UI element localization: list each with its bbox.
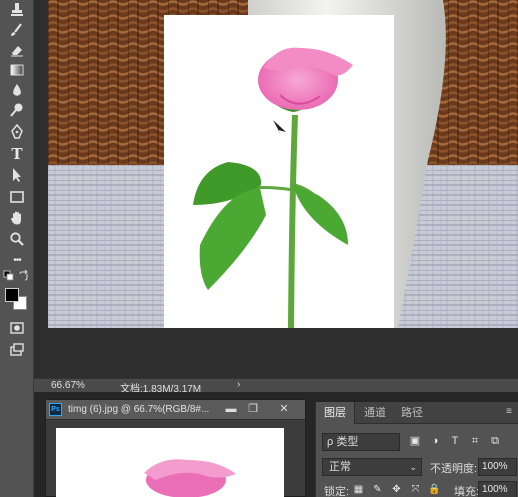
document-thumbnail-canvas[interactable] [56, 428, 284, 497]
shape-filter-icon[interactable]: ⌗ [468, 434, 482, 448]
eraser-icon[interactable] [6, 40, 28, 59]
status-menu-arrow-icon[interactable]: › [237, 379, 240, 390]
path-selection-icon[interactable] [6, 165, 28, 184]
type-filter-icon[interactable]: T [448, 434, 462, 448]
close-button[interactable]: ✕ [275, 402, 293, 416]
dodge-icon[interactable] [6, 100, 28, 119]
floating-document-window[interactable]: Ps timg (6).jpg @ 66.7%(RGB/8#... ▬ ❐ ✕ [45, 399, 306, 497]
blur-drop-icon[interactable] [6, 80, 28, 99]
document-title: timg (6).jpg @ 66.7%(RGB/8#... [68, 404, 210, 415]
layer-filter-row: ρ 类型 ▣ ◑ T ⌗ ⧉ [322, 433, 517, 451]
smart-object-filter-icon[interactable]: ⧉ [488, 434, 502, 448]
zoom-level[interactable]: 66.67% [51, 380, 85, 391]
swap-colors-icon[interactable] [18, 269, 30, 282]
tab-paths[interactable]: 路径 [393, 402, 431, 424]
tab-channels[interactable]: 通道 [356, 402, 394, 424]
opacity-input[interactable]: 100% [478, 458, 517, 476]
default-colors-icon[interactable] [3, 270, 15, 282]
tools-panel: T ••• [0, 0, 34, 497]
lock-image-pixels-icon[interactable]: ✎ [371, 483, 384, 496]
tab-layers[interactable]: 图层 [316, 402, 355, 424]
filter-type-select[interactable]: ρ 类型 [322, 433, 400, 451]
fill-input[interactable]: 100% [478, 481, 517, 497]
gradient-icon[interactable] [6, 60, 28, 79]
history-brush-icon[interactable] [6, 20, 28, 39]
lock-all-icon[interactable]: 🔒 [428, 483, 441, 496]
hand-icon[interactable] [6, 208, 28, 227]
quick-mask-icon[interactable] [6, 318, 28, 337]
screen-mode-icon[interactable] [6, 340, 28, 359]
photoshop-icon: Ps [49, 403, 62, 416]
document-canvas-area[interactable] [34, 0, 518, 378]
adjustment-filter-icon[interactable]: ◑ [428, 434, 442, 448]
document-window-titlebar[interactable]: Ps timg (6).jpg @ 66.7%(RGB/8#... ▬ ❐ ✕ [46, 400, 305, 420]
lock-position-icon[interactable]: ✥ [390, 483, 403, 496]
blend-mode-select[interactable]: 正常 ⌄ [322, 458, 422, 476]
lock-row: 锁定: ▦ ✎ ✥ ⤧ 🔒 填充: 100% [322, 481, 517, 497]
type-tool-icon[interactable]: T [6, 144, 28, 163]
fill-label: 填充: [454, 486, 480, 497]
blend-row: 正常 ⌄ 不透明度: 100% [322, 458, 517, 476]
stamp-icon[interactable] [6, 0, 28, 19]
blend-mode-value: 正常 [329, 461, 351, 473]
minimize-button[interactable]: ▬ [222, 402, 240, 416]
opacity-label: 不透明度: [430, 463, 478, 475]
status-bar: 66.67% 文档:1.83M/3.17M › [34, 378, 518, 395]
layers-panel: 图层 通道 路径 ≡ ρ 类型 ▣ ◑ T ⌗ ⧉ 正常 ⌄ 不透明度: 100… [315, 402, 518, 497]
zoom-icon[interactable] [6, 229, 28, 248]
foreground-color-swatch[interactable] [5, 288, 19, 302]
lock-label: 锁定: [324, 486, 350, 497]
restore-button[interactable]: ❐ [244, 402, 262, 416]
pixel-filter-icon[interactable]: ▣ [408, 434, 422, 448]
panel-tabs: 图层 通道 路径 ≡ [316, 402, 518, 424]
lock-transparent-pixels-icon[interactable]: ▦ [352, 483, 365, 496]
pen-icon[interactable] [6, 122, 28, 141]
document-image[interactable] [48, 0, 518, 328]
panel-menu-icon[interactable]: ≡ [506, 406, 512, 417]
chevron-down-icon: ⌄ [409, 462, 417, 472]
lock-artboard-icon[interactable]: ⤧ [409, 483, 422, 496]
rectangle-icon[interactable] [6, 187, 28, 206]
